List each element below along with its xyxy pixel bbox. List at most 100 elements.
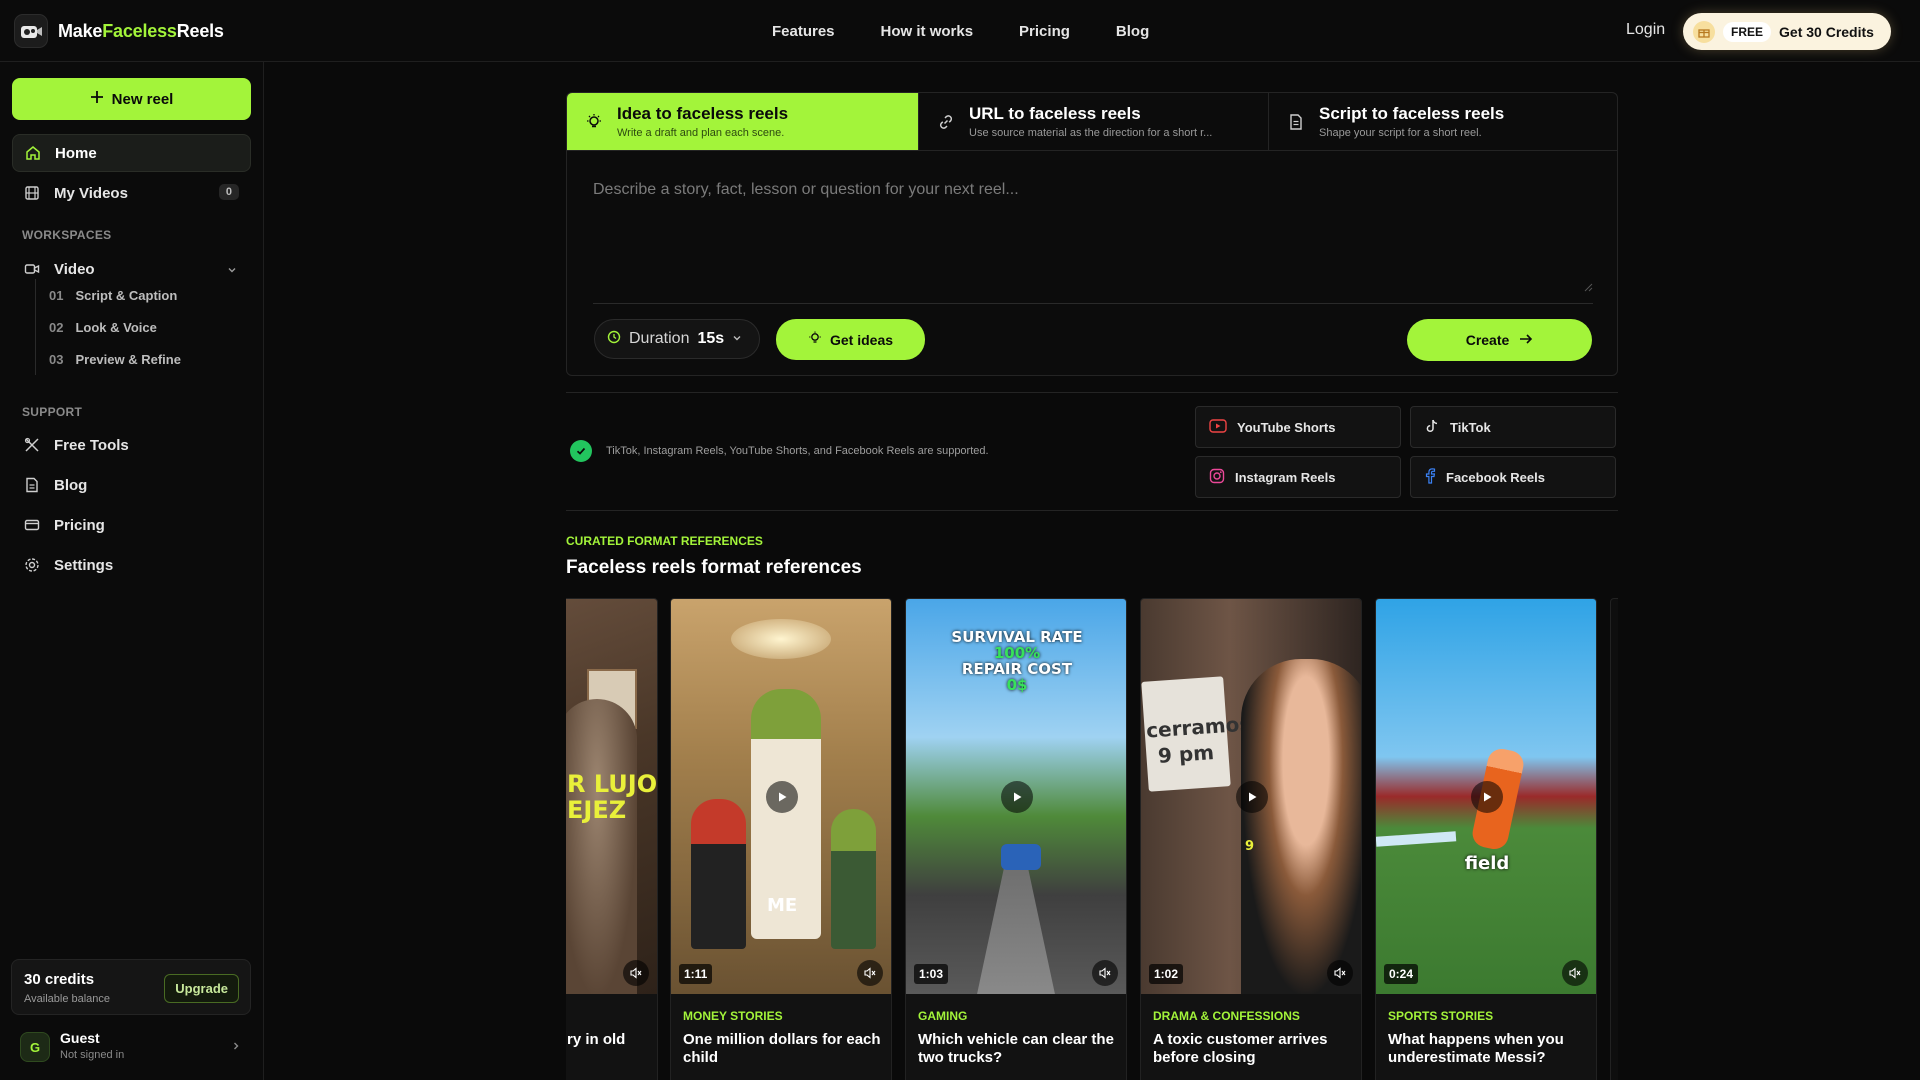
nav-features[interactable]: Features — [772, 23, 835, 40]
idea-prompt-input[interactable]: Describe a story, fact, lesson or questi… — [593, 181, 1593, 291]
video-steps-list: 01 Script & Caption 02 Look & Voice 03 P… — [35, 279, 250, 375]
platform-youtube-shorts[interactable]: YouTube Shorts — [1195, 406, 1401, 448]
free-badge: FREE — [1723, 21, 1772, 42]
thumbnail-caption-line: SURVIVAL RATE — [951, 628, 1083, 646]
brand-prefix: Make — [58, 20, 103, 41]
card-category: DRAMA & CONFESSIONS — [1153, 1009, 1300, 1023]
video-thumbnail: cerramos 9 pm 9 1:02 — [1141, 599, 1361, 994]
reference-card-partial[interactable] — [1610, 598, 1618, 1080]
video-duration: 0:24 — [1384, 964, 1419, 984]
thumbnail-caption-line: REPAIR COST — [961, 660, 1073, 678]
supported-platforms-note: TikTok, Instagram Reels, YouTube Shorts,… — [570, 440, 989, 462]
home-icon — [25, 145, 41, 161]
section-divider — [566, 510, 1618, 511]
card-title: One million dollars for each child — [683, 1031, 881, 1066]
gift-icon — [1693, 20, 1715, 43]
get-ideas-button[interactable]: Get ideas — [776, 319, 925, 360]
tab-title: URL to faceless reels — [969, 104, 1141, 123]
arrow-right-icon — [1519, 332, 1533, 348]
platform-instagram-reels[interactable]: Instagram Reels — [1195, 456, 1401, 498]
create-button[interactable]: Create — [1407, 319, 1592, 361]
platform-facebook-reels[interactable]: Facebook Reels — [1410, 456, 1616, 498]
login-link[interactable]: Login — [1626, 21, 1665, 39]
reference-card[interactable]: R LUJO EJEZ ry in old — [566, 598, 658, 1080]
duration-select[interactable]: Duration 15s — [594, 319, 760, 359]
card-title: A toxic customer arrives before closing — [1153, 1031, 1328, 1066]
sidebar-step-script-caption[interactable]: 01 Script & Caption — [36, 279, 250, 311]
card-category: GAMING — [918, 1009, 968, 1023]
nav-how-it-works[interactable]: How it works — [881, 23, 974, 40]
resize-handle-icon[interactable] — [1583, 279, 1593, 297]
tab-idea-to-reels[interactable]: Idea to faceless reels Write a draft and… — [567, 93, 918, 151]
sidebar-item-free-tools[interactable]: Free Tools — [12, 426, 251, 464]
play-icon[interactable] — [1471, 781, 1503, 813]
brand[interactable]: MakeFacelessReels — [14, 14, 224, 48]
sidebar: New reel Home My Videos 0 WORKSPACES Vid… — [0, 62, 264, 1080]
sidebar-settings-label: Settings — [54, 556, 114, 574]
mute-icon[interactable] — [1327, 960, 1353, 986]
nav-blog[interactable]: Blog — [1116, 23, 1149, 40]
step-number: 03 — [49, 351, 64, 367]
play-icon[interactable] — [1001, 781, 1033, 813]
upgrade-button[interactable]: Upgrade — [164, 974, 239, 1003]
reference-card[interactable]: SURVIVAL RATE 100% REPAIR COST 0$ 1:03 G… — [905, 598, 1127, 1080]
sidebar-pricing-label: Pricing — [54, 516, 105, 534]
avatar: G — [20, 1032, 50, 1062]
new-reel-button[interactable]: New reel — [12, 78, 251, 120]
script-document-icon — [1287, 113, 1305, 131]
video-camera-icon — [24, 261, 40, 277]
sidebar-item-my-videos[interactable]: My Videos 0 — [12, 174, 251, 212]
mute-icon[interactable] — [1092, 960, 1118, 986]
user-account[interactable]: G Guest Not signed in — [11, 1022, 251, 1070]
reference-card[interactable]: field 0:24 SPORTS STORIES What happens w… — [1375, 598, 1597, 1080]
reference-carousel[interactable]: R LUJO EJEZ ry in old ME 1:11 MONEY STOR… — [566, 598, 1618, 1080]
tab-title: Script to faceless reels — [1319, 104, 1505, 123]
reference-card[interactable]: cerramos 9 pm 9 1:02 DRAMA & CONFESSIONS… — [1140, 598, 1362, 1080]
thumbnail-caption-line: EJEZ — [567, 796, 627, 824]
sidebar-step-preview-refine[interactable]: 03 Preview & Refine — [36, 343, 250, 375]
tab-subtitle: Write a draft and plan each scene. — [617, 127, 785, 139]
sidebar-item-home[interactable]: Home — [12, 134, 251, 172]
link-icon — [937, 113, 955, 131]
prompt-divider — [593, 303, 1593, 304]
card-title: Which vehicle can clear the two trucks? — [918, 1031, 1114, 1066]
tab-url-to-reels[interactable]: URL to faceless reels Use source materia… — [919, 93, 1268, 151]
sidebar-step-look-voice[interactable]: 02 Look & Voice — [36, 311, 250, 343]
video-duration: 1:11 — [679, 964, 713, 984]
duration-label: Duration — [629, 330, 690, 347]
road-shape — [976, 849, 1056, 994]
tab-script-to-reels[interactable]: Script to faceless reels Shape your scri… — [1269, 93, 1618, 151]
sidebar-item-pricing[interactable]: Pricing — [12, 506, 251, 544]
credits-label: Available balance — [24, 993, 111, 1005]
reference-card[interactable]: ME 1:11 MONEY STORIES One million dollar… — [670, 598, 892, 1080]
nav-pricing[interactable]: Pricing — [1019, 23, 1070, 40]
mute-icon[interactable] — [1562, 960, 1588, 986]
sidebar-my-videos-label: My Videos — [54, 184, 128, 202]
video-thumbnail: ME 1:11 — [671, 599, 891, 994]
get-credits-button[interactable]: FREE Get 30 Credits — [1683, 13, 1891, 50]
step-label: Look & Voice — [75, 319, 157, 335]
sidebar-video-label: Video — [54, 260, 95, 278]
support-label: SUPPORT — [22, 405, 83, 419]
thumbnail-caption: SURVIVAL RATE 100% REPAIR COST 0$ — [906, 628, 1126, 693]
get-ideas-label: Get ideas — [829, 331, 894, 348]
play-icon[interactable] — [766, 781, 798, 813]
references-eyebrow: CURATED FORMAT REFERENCES — [566, 534, 763, 548]
platform-tiktok[interactable]: TikTok — [1410, 406, 1616, 448]
video-thumbnail: R LUJO EJEZ — [566, 599, 657, 994]
mute-icon[interactable] — [623, 960, 649, 986]
references-title: Faceless reels format references — [566, 557, 862, 578]
platform-label: TikTok — [1450, 419, 1491, 435]
sidebar-home-label: Home — [55, 144, 97, 162]
tab-subtitle: Use source material as the direction for… — [969, 127, 1213, 139]
mute-icon[interactable] — [857, 960, 883, 986]
sidebar-free-tools-label: Free Tools — [54, 436, 129, 454]
play-icon[interactable] — [1236, 781, 1268, 813]
sidebar-item-blog[interactable]: Blog — [12, 466, 251, 504]
sidebar-item-settings[interactable]: Settings — [12, 546, 251, 584]
instagram-icon — [1209, 468, 1225, 487]
card-category: SPORTS STORIES — [1388, 1009, 1494, 1023]
duration-value: 15s — [697, 330, 725, 347]
thumbnail-caption: 9 — [1245, 839, 1255, 854]
tools-icon — [24, 437, 40, 453]
